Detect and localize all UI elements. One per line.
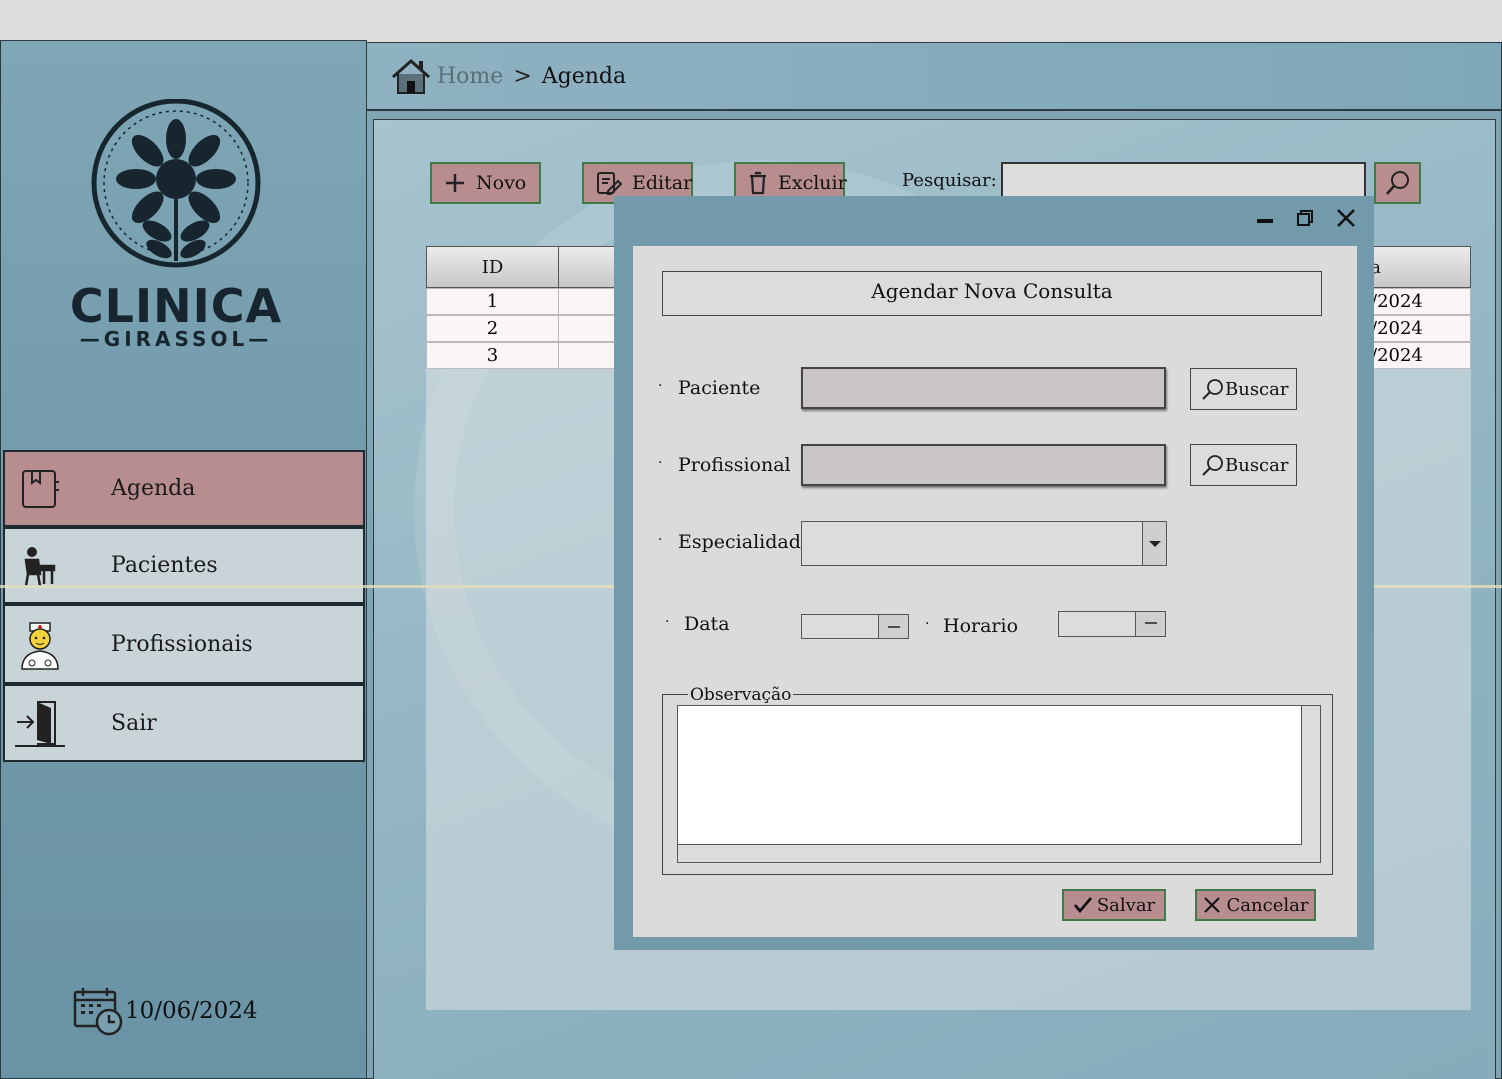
search-professional-button[interactable]: Buscar (1190, 444, 1297, 486)
notes-label: Observação (688, 685, 794, 705)
specialty-label: Especialidade (678, 531, 813, 553)
patient-icon (5, 529, 75, 602)
sidebar-item-pacientes[interactable]: Pacientes (3, 527, 365, 604)
close-icon[interactable] (1336, 208, 1356, 228)
new-button-label: Novo (476, 172, 527, 194)
field-bullet: · (658, 532, 663, 548)
sidebar: CLINICA —GIRASSOL— Agenda Pacientes Prof… (0, 40, 367, 1079)
sidebar-item-label: Pacientes (111, 553, 218, 578)
table-header-id[interactable]: ID (426, 246, 559, 288)
calendar-clock-icon (73, 988, 123, 1036)
nurse-icon (5, 606, 75, 682)
chevron-down-icon[interactable] (1135, 612, 1165, 636)
search-button[interactable] (1374, 162, 1421, 204)
exit-door-icon (5, 686, 75, 760)
breadcrumb-current: Agenda (541, 63, 627, 89)
dialog-title: Agendar Nova Consulta (662, 271, 1322, 316)
delete-button-label: Excluir (778, 172, 847, 194)
maximize-icon[interactable] (1296, 209, 1314, 227)
table-cell[interactable] (558, 342, 618, 369)
search-icon (1202, 379, 1223, 400)
field-bullet: · (925, 616, 930, 632)
breadcrumb-home[interactable]: Home (437, 64, 503, 89)
brand-name: CLINICA (69, 279, 283, 333)
chevron-down-icon[interactable] (878, 615, 908, 638)
field-bullet: · (658, 378, 663, 394)
patient-label: Paciente (678, 377, 761, 399)
cancel-button[interactable]: Cancelar (1195, 889, 1316, 921)
window-controls (1256, 208, 1356, 228)
search-patient-button[interactable]: Buscar (1190, 368, 1297, 410)
search-icon (1202, 455, 1223, 476)
dialog-body: Agendar Nova Consulta · Paciente Buscar … (633, 246, 1357, 937)
field-bullet: · (665, 614, 670, 630)
edit-button-label: Editar (632, 172, 693, 194)
header-bar: Home > Agenda (366, 42, 1502, 110)
trash-icon (748, 171, 768, 195)
breadcrumb-separator: > (513, 63, 532, 89)
horizontal-scrollbar[interactable] (678, 844, 1302, 862)
specialty-select[interactable] (801, 521, 1167, 566)
table-cell-id[interactable]: 3 (426, 342, 559, 369)
breadcrumb: Home > Agenda (391, 57, 626, 95)
search-professional-label: Buscar (1225, 454, 1289, 476)
sidebar-item-label: Sair (111, 710, 157, 736)
save-button[interactable]: Salvar (1062, 889, 1166, 921)
sidebar-item-sair[interactable]: Sair (3, 684, 365, 762)
sidebar-item-agenda[interactable]: Agenda (3, 450, 365, 527)
search-icon (1385, 171, 1409, 195)
plus-icon (444, 172, 466, 194)
professional-label: Profissional (678, 454, 791, 476)
new-button[interactable]: Novo (430, 162, 541, 204)
close-icon (1203, 897, 1220, 913)
new-appointment-dialog: Agendar Nova Consulta · Paciente Buscar … (614, 196, 1374, 950)
table-cell-id[interactable]: 2 (426, 315, 559, 342)
minimize-icon[interactable] (1256, 209, 1274, 227)
cancel-button-label: Cancelar (1226, 894, 1309, 916)
sidebar-item-label: Agenda (111, 476, 196, 501)
chevron-down-icon[interactable] (1142, 522, 1166, 565)
table-cell[interactable] (558, 288, 618, 315)
save-button-label: Salvar (1096, 894, 1156, 916)
search-patient-label: Buscar (1225, 378, 1289, 400)
notes-group: Observação (662, 685, 1333, 875)
table-header-col2[interactable] (558, 246, 618, 288)
sidebar-item-profissionais[interactable]: Profissionais (3, 604, 365, 684)
notes-textarea[interactable] (677, 705, 1321, 863)
patient-field[interactable] (801, 367, 1166, 409)
edit-icon (596, 171, 622, 195)
current-date: 10/06/2024 (73, 986, 258, 1036)
brand-subtitle: —GIRASSOL— (79, 327, 273, 351)
table-cell[interactable] (558, 315, 618, 342)
time-picker[interactable] (1058, 611, 1166, 637)
agenda-book-icon (5, 452, 75, 525)
professional-field[interactable] (801, 444, 1166, 486)
time-label: Horario (943, 615, 1019, 637)
table-cell-id[interactable]: 1 (426, 288, 559, 315)
date-picker[interactable] (801, 614, 909, 639)
sidebar-item-label: Profissionais (111, 631, 253, 657)
vertical-scrollbar[interactable] (1301, 706, 1320, 862)
search-label: Pesquisar: (902, 170, 997, 191)
field-bullet: · (658, 455, 663, 471)
date-text: 10/06/2024 (125, 998, 258, 1024)
check-icon (1073, 897, 1092, 914)
date-label: Data (684, 613, 730, 635)
home-icon[interactable] (391, 57, 431, 95)
